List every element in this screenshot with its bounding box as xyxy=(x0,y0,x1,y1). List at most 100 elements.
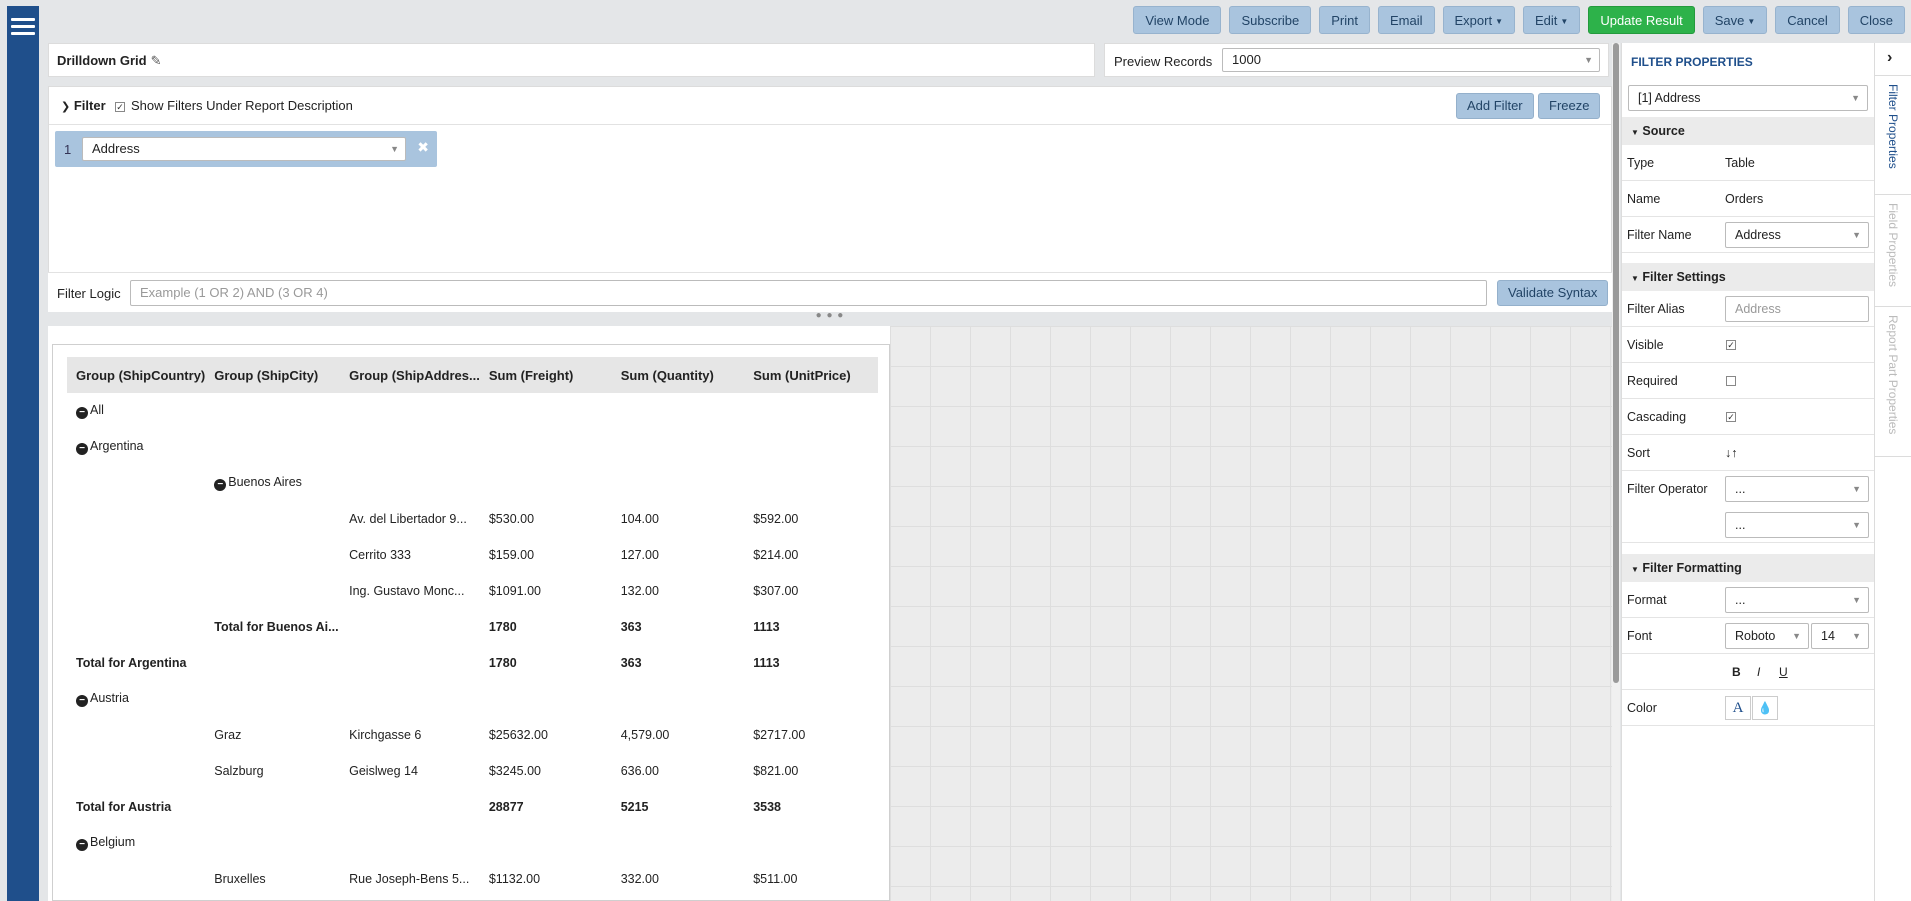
group-cell[interactable]: − All xyxy=(67,393,205,429)
add-filter-button[interactable]: Add Filter xyxy=(1456,93,1534,119)
group-cell[interactable]: − Buenos Aires xyxy=(205,465,340,501)
filter-selector-value: [1] Address xyxy=(1638,91,1701,105)
pencil-edit-icon[interactable]: ✎ xyxy=(151,53,162,69)
cell xyxy=(67,465,205,501)
filter-field-select[interactable]: Address ▼ xyxy=(82,137,406,161)
remove-filter-icon[interactable]: ✖ xyxy=(417,139,429,156)
hamburger-menu-icon[interactable] xyxy=(11,18,35,38)
preview-records-select[interactable]: 1000 ▼ xyxy=(1222,48,1600,72)
filter-selector[interactable]: [1] Address ▼ xyxy=(1628,85,1868,111)
cell: 363 xyxy=(620,656,642,670)
cell: Av. del Libertador 9... xyxy=(349,512,467,526)
group-label: Argentina xyxy=(90,439,144,453)
table-row: − Argentina xyxy=(67,429,878,465)
filter-formatting-section[interactable]: ▼ Filter Formatting xyxy=(1622,554,1875,582)
format-select[interactable]: ... ▼ xyxy=(1725,587,1869,613)
email-button[interactable]: Email xyxy=(1377,6,1435,34)
cell: $530.00 xyxy=(488,512,535,526)
cell xyxy=(67,537,205,573)
bold-button[interactable]: B xyxy=(1732,665,1741,679)
filter-header: ❯ Filter ✓ Show Filters Under Report Desc… xyxy=(49,87,1611,125)
collapse-icon[interactable]: − xyxy=(76,443,88,455)
collapse-icon[interactable]: − xyxy=(76,695,88,707)
source-section[interactable]: ▼ Source xyxy=(1622,117,1875,145)
type-value: Table xyxy=(1725,156,1755,170)
tab-filter-properties[interactable]: Filter Properties xyxy=(1875,75,1911,195)
filter-toggle[interactable]: ❯ Filter xyxy=(61,98,106,113)
font-family-select[interactable]: Roboto ▼ xyxy=(1725,623,1809,649)
filter-row-number: 1 xyxy=(64,142,72,157)
required-checkbox[interactable] xyxy=(1726,376,1736,386)
scrollbar-thumb[interactable] xyxy=(1613,43,1619,683)
cell: 1780 xyxy=(488,656,517,670)
cell xyxy=(480,681,612,717)
show-filters-checkbox[interactable]: ✓ xyxy=(115,101,125,112)
font-size-select[interactable]: 14 ▼ xyxy=(1811,623,1869,649)
chevron-down-icon: ❯ xyxy=(61,101,71,113)
font-size-value: 14 xyxy=(1821,629,1835,643)
column-header: Group (ShipCity) xyxy=(205,357,341,393)
fill-color-icon[interactable]: 💧 xyxy=(1752,696,1778,720)
property-tabs: › Filter Properties Field Properties Rep… xyxy=(1874,43,1911,901)
color-label: Color xyxy=(1627,701,1657,715)
tab-field-properties[interactable]: Field Properties xyxy=(1875,195,1911,307)
table-row: Av. del Libertador 9... $530.00 104.00 $… xyxy=(67,501,878,537)
show-filters-checkbox-wrap[interactable]: ✓ Show Filters Under Report Description xyxy=(115,98,353,113)
filter-operator-label: Filter Operator xyxy=(1627,482,1708,496)
validate-syntax-button[interactable]: Validate Syntax xyxy=(1497,280,1609,306)
drilldown-grid-report[interactable]: Group (ShipCountry) Group (ShipCity) Gro… xyxy=(52,344,890,901)
cell: Kirchgasse 6 xyxy=(349,728,422,742)
collapse-icon[interactable]: − xyxy=(76,839,88,851)
filter-alias-input[interactable]: Address xyxy=(1725,296,1869,322)
tab-label: Report Part Properties xyxy=(1886,315,1900,435)
cell xyxy=(205,501,340,537)
cascading-checkbox[interactable]: ✓ xyxy=(1726,412,1736,422)
edit-button[interactable]: Edit ▼ xyxy=(1523,6,1581,34)
collapse-icon[interactable]: − xyxy=(214,479,227,491)
tab-report-part-properties[interactable]: Report Part Properties xyxy=(1875,307,1911,457)
view-mode-button[interactable]: View Mode xyxy=(1133,6,1222,34)
cell: $592.00 xyxy=(753,512,799,526)
name-row: Name Orders xyxy=(1622,181,1875,217)
text-color-button[interactable]: A xyxy=(1725,696,1751,720)
italic-button[interactable]: I xyxy=(1757,665,1760,679)
filter-name-value: Address xyxy=(1735,228,1781,242)
group-cell[interactable]: − Austria xyxy=(67,681,205,717)
print-button[interactable]: Print xyxy=(1319,6,1370,34)
column-header: Sum (UnitPrice) xyxy=(744,357,878,393)
filter-operator-select-2[interactable]: ... ▼ xyxy=(1725,512,1869,538)
cancel-button[interactable]: Cancel xyxy=(1775,6,1840,34)
cell: $1132.00 xyxy=(488,872,541,886)
group-cell[interactable]: − Belgium xyxy=(67,825,205,861)
export-label: Export xyxy=(1454,13,1493,28)
export-button[interactable]: Export ▼ xyxy=(1442,6,1515,34)
save-button[interactable]: Save ▼ xyxy=(1702,6,1768,34)
freeze-button[interactable]: Freeze xyxy=(1538,93,1601,119)
collapse-icon[interactable]: − xyxy=(76,407,88,419)
underline-button[interactable]: U xyxy=(1779,665,1788,679)
print-label: Print xyxy=(1331,13,1358,28)
vertical-scrollbar[interactable] xyxy=(1612,43,1620,901)
filter-operator-select[interactable]: ... ▼ xyxy=(1725,476,1869,502)
tab-label: Filter Properties xyxy=(1886,84,1900,169)
chevron-down-icon: ▼ xyxy=(1584,55,1593,65)
group-cell[interactable]: − Argentina xyxy=(67,429,205,465)
subscribe-button[interactable]: Subscribe xyxy=(1229,6,1312,34)
cell xyxy=(205,537,340,573)
chevron-right-icon[interactable]: › xyxy=(1887,49,1892,67)
close-button[interactable]: Close xyxy=(1847,6,1905,34)
cell: 132.00 xyxy=(620,584,659,598)
filter-settings-section[interactable]: ▼ Filter Settings xyxy=(1622,263,1875,291)
update-result-button[interactable]: Update Result xyxy=(1588,6,1695,34)
section-title: Source xyxy=(1642,124,1685,138)
validate-syntax-label: Validate Syntax xyxy=(1508,285,1598,300)
visible-checkbox[interactable]: ✓ xyxy=(1726,340,1736,350)
sort-icon[interactable]: ↓↑ xyxy=(1725,446,1738,460)
filter-logic-input[interactable]: Example (1 OR 2) AND (3 OR 4) xyxy=(130,280,1487,306)
filter-name-select[interactable]: Address ▼ xyxy=(1725,222,1869,248)
caret-down-icon: ▼ xyxy=(1495,16,1503,26)
table-row: − All xyxy=(67,393,878,429)
chevron-down-icon: ▼ xyxy=(1852,484,1861,494)
splitter-handle[interactable]: ● ● ● xyxy=(48,311,1612,322)
cell xyxy=(612,429,745,465)
